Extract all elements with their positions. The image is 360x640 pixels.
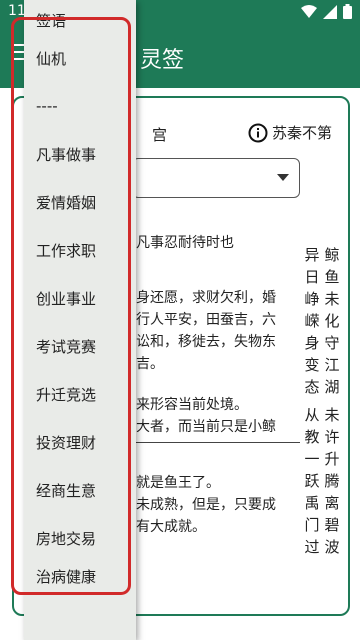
verse-column: 异日峥嵘身变态 [304, 246, 320, 396]
menu-item-separator[interactable]: ---- [24, 82, 136, 130]
menu-item-trade[interactable]: 经商生意 [24, 466, 136, 514]
status-icons [301, 4, 352, 19]
verse-column: 鲸鱼未化守江湖 [324, 246, 340, 396]
signal-icon [323, 4, 337, 19]
summary-text: ，凡事忍耐待时也 [122, 235, 234, 251]
detail-line: 行人平安，田蚕吉，六 [136, 312, 276, 328]
divider [134, 442, 300, 443]
dropdown-menu: 签语 仙机 ---- 凡事做事 爱情婚姻 工作求职 创业事业 考试竞赛 升迁竞选… [24, 0, 136, 640]
detail-line: 身还愿，求财欠利，婚 [136, 290, 276, 306]
menu-item-exam[interactable]: 考试竞赛 [24, 322, 136, 370]
menu-item-general[interactable]: 凡事做事 [24, 130, 136, 178]
menu-item-job[interactable]: 工作求职 [24, 226, 136, 274]
menu-item-promotion[interactable]: 升迁竞选 [24, 370, 136, 418]
explanation-line: 有大成就。 [136, 519, 206, 535]
explanation-line: 未成熟，但是，只要成 [136, 497, 276, 513]
explanation-line: 就是鱼王了。 [136, 475, 220, 491]
menu-item-business[interactable]: 创业事业 [24, 274, 136, 322]
battery-icon [343, 4, 352, 19]
explanation-line: 大者，而当前只是小鲸 [136, 419, 276, 435]
category-select[interactable] [132, 158, 300, 198]
wifi-icon [301, 4, 317, 18]
explanation-line: 来形容当前处境。 [136, 397, 248, 413]
info-icon[interactable] [248, 123, 268, 143]
menu-item-health[interactable]: 治病健康 [24, 562, 136, 592]
info-label: 苏秦不第 [271, 124, 332, 142]
verse-column: 未许升腾离碧波 [324, 406, 340, 556]
menu-item-property[interactable]: 房地交易 [24, 514, 136, 562]
detail-line: 吉。 [136, 356, 164, 372]
verse-column: 从教一跃禹门过 [304, 406, 320, 556]
menu-item-xianji[interactable]: 仙机 [24, 34, 136, 82]
menu-item-investment[interactable]: 投资理财 [24, 418, 136, 466]
menu-item-love[interactable]: 爱情婚姻 [24, 178, 136, 226]
detail-line: 讼和，移徙去，失物东 [136, 334, 276, 350]
info-row[interactable]: 苏秦不第 [248, 122, 332, 143]
menu-item-qianyu[interactable]: 签语 [24, 0, 136, 34]
app-title: 灵签 [140, 48, 185, 73]
chevron-down-icon[interactable] [277, 174, 289, 181]
palace-label: 宫 [152, 126, 168, 144]
